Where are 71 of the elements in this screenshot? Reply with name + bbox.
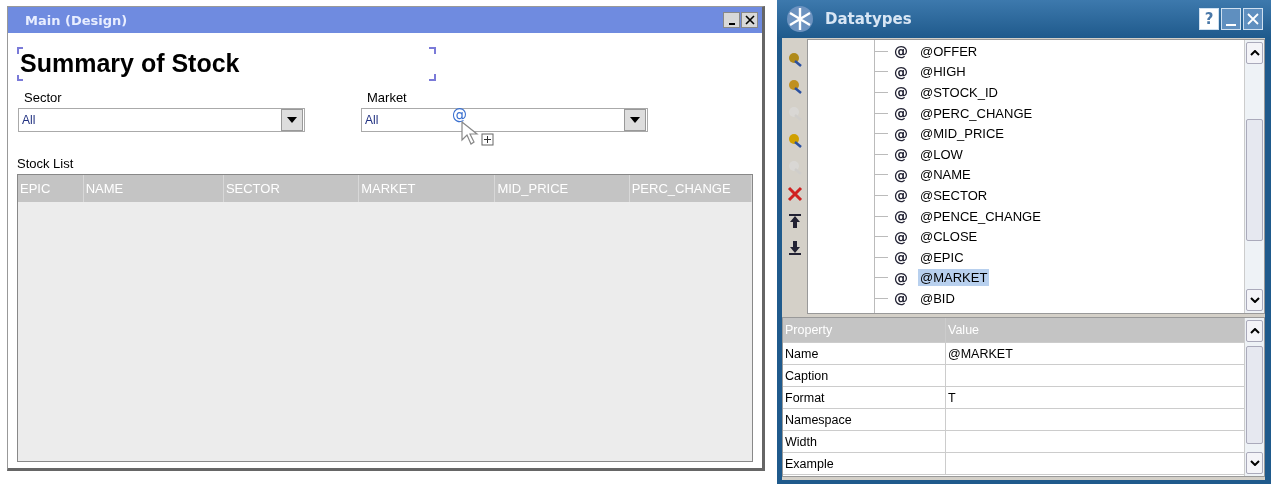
snowflake-icon bbox=[785, 4, 815, 34]
property-name: Caption bbox=[783, 365, 946, 386]
property-name: Width bbox=[783, 431, 946, 452]
at-sign-glyph: @ bbox=[894, 208, 909, 225]
dragged-field-glyph: @ bbox=[452, 105, 467, 123]
delete-tool-icon[interactable] bbox=[786, 186, 803, 202]
scrollbar[interactable] bbox=[1244, 40, 1264, 313]
chevron-down-icon bbox=[1249, 297, 1260, 303]
dropdown-arrow-icon bbox=[287, 117, 297, 123]
tree-item[interactable]: @EPIC bbox=[918, 248, 966, 266]
property-name: Format bbox=[783, 387, 946, 408]
at-sign-glyph: @ bbox=[894, 84, 909, 101]
filter-label: Sector bbox=[23, 90, 63, 105]
help-button[interactable]: ? bbox=[1199, 8, 1219, 30]
window-title: Datatypes bbox=[825, 10, 913, 28]
scroll-up-button[interactable] bbox=[1246, 320, 1263, 342]
tree-item[interactable]: @MARKET bbox=[918, 269, 990, 287]
chevron-down-icon bbox=[1249, 460, 1260, 466]
scroll-thumb[interactable] bbox=[1246, 119, 1263, 241]
find-tool-icon[interactable] bbox=[786, 51, 803, 67]
scroll-down-button[interactable] bbox=[1246, 452, 1263, 474]
tree-item[interactable]: @LOW bbox=[918, 145, 965, 163]
scroll-thumb[interactable] bbox=[1246, 346, 1263, 444]
minimize-button[interactable] bbox=[723, 12, 740, 28]
chevron-up-icon bbox=[1249, 328, 1260, 334]
property-name: Example bbox=[783, 453, 946, 474]
at-sign-glyph: @ bbox=[894, 43, 909, 60]
close-icon bbox=[1246, 12, 1260, 26]
close-icon bbox=[744, 15, 755, 25]
property-value[interactable]: T bbox=[946, 387, 1244, 408]
column-header: Value bbox=[947, 322, 981, 339]
tree-item[interactable]: @BID bbox=[918, 289, 957, 307]
at-sign-glyph: @ bbox=[894, 146, 909, 163]
form-heading: Summary of Stock bbox=[20, 49, 240, 77]
tree-item[interactable]: @OFFER bbox=[918, 42, 980, 60]
tree-item[interactable]: @STOCK_ID bbox=[918, 84, 1000, 101]
property-value[interactable]: @MARKET bbox=[946, 343, 1244, 364]
at-sign-glyph: @ bbox=[894, 125, 909, 142]
filter-label: Market bbox=[366, 90, 408, 105]
grid-label: Stock List bbox=[17, 156, 75, 171]
scrollbar[interactable] bbox=[1244, 318, 1264, 476]
property-name: Namespace bbox=[783, 409, 946, 430]
tree-item[interactable]: @CLOSE bbox=[918, 228, 980, 246]
at-sign-glyph: @ bbox=[894, 166, 909, 183]
tree-item[interactable]: @HIGH bbox=[918, 63, 968, 81]
dropdown-field[interactable]: All bbox=[18, 108, 305, 132]
minimize-icon bbox=[1226, 24, 1236, 26]
window-title: Main (Design) bbox=[25, 12, 129, 28]
at-sign-glyph: @ bbox=[894, 228, 909, 245]
dropdown-arrow-icon bbox=[630, 117, 640, 123]
at-sign-glyph: @ bbox=[894, 269, 909, 286]
tree-item[interactable]: @PERC_CHANGE bbox=[918, 104, 1035, 122]
scroll-up-button[interactable] bbox=[1246, 42, 1263, 64]
tree-item[interactable]: @SECTOR bbox=[918, 186, 990, 204]
tree-item[interactable]: @NAME bbox=[918, 166, 973, 184]
tree-item[interactable]: @MID_PRICE bbox=[918, 125, 1006, 143]
column-header: Property bbox=[783, 318, 946, 342]
at-sign-glyph: @ bbox=[894, 290, 909, 307]
top-tool-icon[interactable] bbox=[786, 213, 803, 229]
tree-item[interactable]: @PENCE_CHANGE bbox=[918, 207, 1043, 225]
at-sign-glyph: @ bbox=[894, 63, 909, 80]
chevron-up-icon bbox=[1249, 50, 1260, 56]
property-name: Name bbox=[783, 343, 946, 364]
minimize-icon bbox=[728, 23, 735, 25]
selection-handles[interactable] bbox=[17, 47, 437, 81]
at-sign-glyph: @ bbox=[894, 249, 909, 266]
bottom-tool-icon[interactable] bbox=[786, 240, 803, 256]
at-sign-glyph: @ bbox=[894, 187, 909, 204]
at-sign-glyph: @ bbox=[894, 105, 909, 122]
close-button[interactable] bbox=[741, 12, 758, 28]
scroll-down-button[interactable] bbox=[1246, 289, 1263, 311]
